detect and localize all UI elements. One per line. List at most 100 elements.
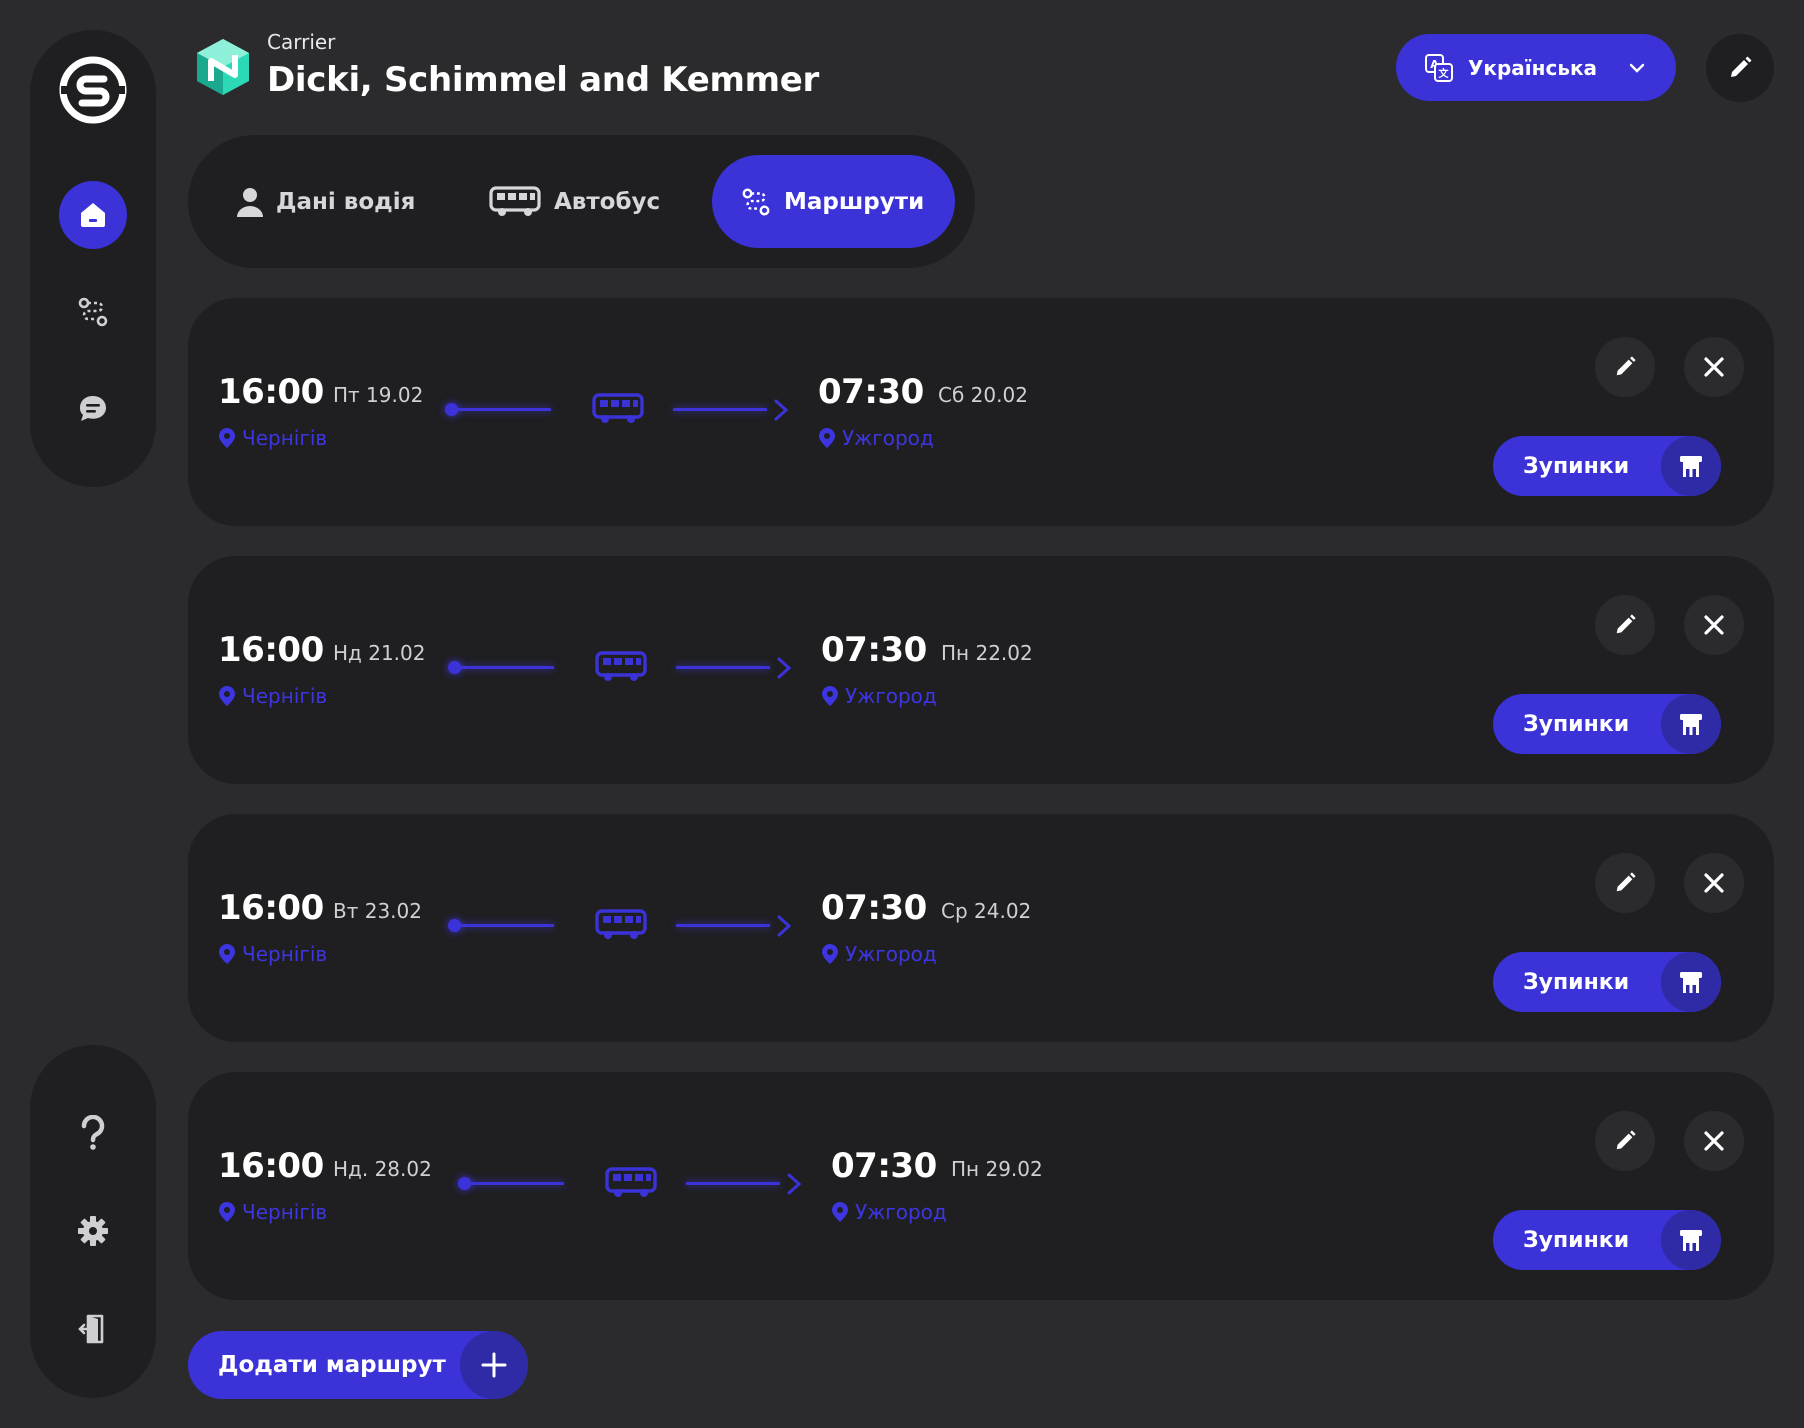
pencil-icon [1616,872,1636,892]
departure-date: Вт 23.02 [333,899,422,923]
arrival-date: Пн 29.02 [951,1157,1043,1181]
close-icon [1704,873,1724,893]
translate-icon: A 文 [1425,53,1453,82]
arrival-date: Пн 22.02 [941,641,1033,665]
pencil-icon [1616,614,1636,634]
departure-time: 16:00 [218,372,324,412]
chat-icon[interactable] [59,375,127,443]
arrival-date: Сб 20.02 [938,383,1028,407]
edit-route-button[interactable] [1595,853,1655,913]
language-selector[interactable]: A 文 Українська [1396,34,1676,101]
route-card: 16:00 Вт 23.02 Чернігів 07:30 Ср 24.02 У… [188,814,1774,1042]
stops-button[interactable]: Зупинки [1493,952,1721,1012]
user-icon [237,187,263,217]
arrival-time: 07:30 [818,372,924,412]
sidebar-secondary [30,1045,156,1398]
route-card: 16:00 Нд 21.02 Чернігів 07:30 Пн 22.02 У… [188,556,1774,784]
tab-label: Автобус [554,188,661,215]
stops-button[interactable]: Зупинки [1493,436,1721,496]
pencil-icon [1616,1130,1636,1150]
add-route-button[interactable]: Додати маршрут [188,1331,528,1399]
sidebar-main [30,30,156,487]
edit-route-button[interactable] [1595,337,1655,397]
departure-time: 16:00 [218,630,324,670]
location-pin-icon [219,686,235,706]
close-icon [1704,1131,1724,1151]
bus-icon [592,393,644,423]
logout-icon[interactable] [59,1295,127,1363]
departure-city: Чернігів [218,1200,327,1224]
departure-date: Пт 19.02 [333,383,424,407]
svg-text:文: 文 [1439,67,1450,80]
stops-button[interactable]: Зупинки [1493,1210,1721,1270]
stops-label: Зупинки [1523,969,1630,995]
tab-bus[interactable]: Автобус [488,155,660,248]
delete-route-button[interactable] [1684,1111,1744,1171]
home-icon[interactable] [59,181,127,249]
stops-label: Зупинки [1523,1227,1630,1253]
route-card: 16:00 Нд. 28.02 Чернігів 07:30 Пн 29.02 … [188,1072,1774,1300]
arrow-right-icon [774,399,788,421]
route-line [673,408,767,411]
location-pin-icon [822,686,838,706]
departure-city: Чернігів [218,684,327,708]
edit-route-button[interactable] [1595,595,1655,655]
arrival-time: 07:30 [821,630,927,670]
bus-stop-icon [1661,694,1721,754]
location-pin-icon [822,944,838,964]
location-pin-icon [219,944,235,964]
company-name: Dicki, Schimmel and Kemmer [267,60,819,100]
close-icon [1704,615,1724,635]
bus-icon [595,909,647,939]
arrival-date: Ср 24.02 [941,899,1032,923]
location-pin-icon [219,1202,235,1222]
tab-routes[interactable]: Маршрути [712,155,955,248]
route-line [465,1182,564,1185]
edit-profile-button[interactable] [1706,34,1774,102]
departure-time: 16:00 [218,888,324,928]
delete-route-button[interactable] [1684,337,1744,397]
tab-driver-data[interactable]: Дані водія [236,155,415,248]
arrow-right-icon [787,1173,801,1195]
bus-icon [489,185,541,216]
stops-button[interactable]: Зупинки [1493,694,1721,754]
help-icon[interactable] [59,1099,127,1167]
route-line [676,666,770,669]
departure-date: Нд. 28.02 [333,1157,432,1181]
language-label: Українська [1468,55,1598,80]
stops-label: Зупинки [1523,711,1630,737]
route-line [676,924,770,927]
arrival-time: 07:30 [831,1146,937,1186]
edit-route-button[interactable] [1595,1111,1655,1171]
tab-label: Маршрути [784,188,925,215]
routes-icon[interactable] [59,278,127,346]
route-line [452,408,551,411]
app-logo-icon[interactable] [58,55,128,125]
location-pin-icon [219,428,235,448]
location-pin-icon [832,1202,848,1222]
arrival-time: 07:30 [821,888,927,928]
route-line [455,666,554,669]
chevron-down-icon [1629,63,1645,73]
close-icon [1704,357,1724,377]
arrow-right-icon [777,915,791,937]
delete-route-button[interactable] [1684,595,1744,655]
bus-stop-icon [1661,1210,1721,1270]
arrival-city: Ужгород [831,1200,947,1224]
bus-stop-icon [1661,952,1721,1012]
departure-time: 16:00 [218,1146,324,1186]
bus-icon [595,651,647,681]
departure-city: Чернігів [218,942,327,966]
pencil-icon [1616,356,1636,376]
gear-icon[interactable] [59,1197,127,1265]
add-route-label: Додати маршрут [218,1352,446,1378]
departure-date: Нд 21.02 [333,641,426,665]
arrival-city: Ужгород [818,426,934,450]
profile-tabs: Дані водія Автобус Маршрути [188,135,975,268]
routes-icon [742,188,770,215]
route-line [686,1182,780,1185]
delete-route-button[interactable] [1684,853,1744,913]
carrier-logo-icon [195,37,251,97]
arrival-city: Ужгород [821,942,937,966]
plus-icon [460,1331,528,1399]
